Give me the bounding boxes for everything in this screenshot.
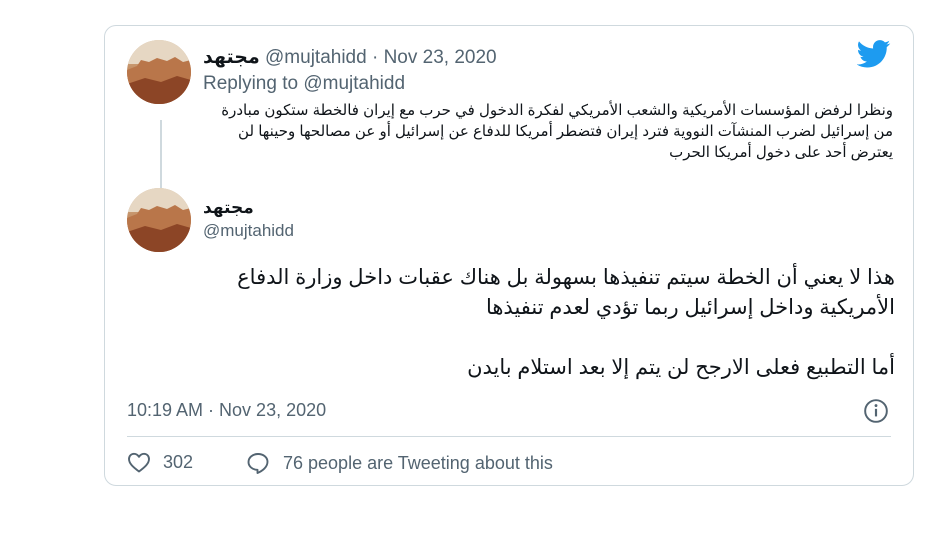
like-button[interactable]: 302: [127, 451, 193, 473]
quoted-author-avatar[interactable]: [127, 40, 191, 104]
tweet-timestamp[interactable]: 10:19 AM · Nov 23, 2020: [127, 400, 326, 421]
info-icon[interactable]: [863, 398, 889, 429]
like-count: 302: [163, 451, 194, 472]
replying-to-label: Replying to: [203, 73, 299, 94]
meta-separator: ·: [371, 47, 379, 68]
twitter-bird-icon[interactable]: [856, 40, 891, 73]
tweeting-about-text: 76 people are Tweeting about this: [283, 452, 553, 473]
quoted-tweet-header: مجتهد @mujtahidd · Nov 23, 2020: [203, 46, 497, 69]
tweet-text: هذا لا يعني أن الخطة سيتم تنفيذها بسهولة…: [175, 263, 895, 383]
replying-to-line: Replying to @mujtahidd: [203, 73, 405, 95]
quoted-tweet-text: ونظرا لرفض المؤسسات الأمريكية والشعب الأ…: [221, 102, 893, 161]
quoted-author-handle[interactable]: @mujtahidd: [265, 47, 367, 68]
author-handle[interactable]: @mujtahidd: [203, 221, 294, 241]
speech-bubble-icon: [247, 453, 269, 474]
heart-icon: [128, 452, 150, 473]
actions-divider: [127, 436, 891, 437]
tweet-paragraph: هذا لا يعني أن الخطة سيتم تنفيذها بسهولة…: [237, 266, 895, 319]
embedded-tweet-card: مجتهد @mujtahidd · Nov 23, 2020 Replying…: [104, 25, 914, 486]
author-name[interactable]: مجتهد: [203, 198, 254, 218]
tweet-paragraph: أما التطبيع فعلى الارجح لن يتم إلا بعد ا…: [467, 356, 895, 379]
author-avatar[interactable]: [127, 188, 191, 252]
quoted-author-name[interactable]: مجتهد: [203, 47, 260, 68]
replying-to-handle[interactable]: @mujtahidd: [303, 73, 405, 94]
tweeting-about-link[interactable]: 76 people are Tweeting about this: [245, 451, 553, 475]
quoted-tweet-date[interactable]: Nov 23, 2020: [384, 47, 497, 68]
